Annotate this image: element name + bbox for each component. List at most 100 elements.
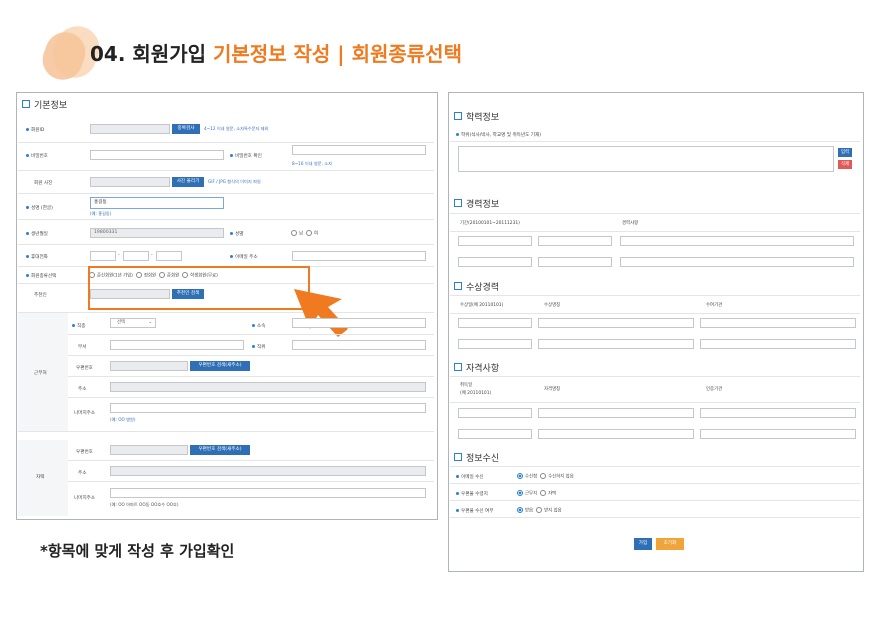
license-col-date: 취득일: [460, 383, 473, 388]
work-detail-input[interactable]: [110, 403, 426, 413]
work-zip-search-button[interactable]: 우편번호 검색(새주소): [190, 361, 250, 371]
education-save-button[interactable]: 입력: [838, 148, 852, 157]
affiliation-label: 소속: [252, 323, 265, 329]
home-zip-label: 우편번호: [76, 450, 93, 455]
job-select[interactable]: 선택 ⌄: [110, 318, 156, 328]
award-date-1[interactable]: [458, 318, 532, 328]
work-group-label: 근무처: [34, 371, 47, 376]
photo-upload-button[interactable]: 사진 올리기: [172, 177, 204, 187]
award-name-2[interactable]: [538, 339, 694, 349]
checkbox-square-icon: [22, 100, 30, 108]
education-delete-button[interactable]: 삭제: [838, 160, 852, 169]
member-type-highlight: [88, 266, 310, 310]
photo-hint: GIF / JPG 형식의 이미지 파일: [208, 179, 261, 184]
member-type-label: 회원종류선택: [26, 273, 56, 279]
mobile-input-1[interactable]: [90, 251, 116, 261]
mail-address-label: 우편물 수령지: [456, 491, 488, 497]
title-main: 회원가입: [125, 42, 213, 66]
home-address-label: 주소: [78, 471, 87, 476]
email-input[interactable]: [292, 251, 426, 261]
email-label: 이메일 주소: [230, 254, 258, 260]
password-label: 비밀번호: [26, 153, 48, 159]
photo-path-input: [90, 177, 170, 187]
award-org-2[interactable]: [700, 339, 856, 349]
home-zip-input: [110, 445, 188, 455]
name-input[interactable]: 홍길동: [90, 197, 224, 209]
birth-input[interactable]: 19800331: [90, 228, 224, 238]
work-zip-label: 우편번호: [76, 366, 93, 371]
home-detail-example: (예: OO 아파트 OO동 OO호수 OO호): [110, 502, 179, 507]
position-label: 직위: [252, 344, 265, 350]
career-period-end-2[interactable]: [538, 257, 612, 267]
career-period-start-1[interactable]: [458, 236, 532, 246]
checkbox-square-icon: [454, 453, 462, 461]
home-detail-input[interactable]: [110, 488, 426, 498]
mobile-input-3[interactable]: [156, 251, 182, 261]
title-number: 04.: [90, 42, 126, 66]
award-name-1[interactable]: [538, 318, 694, 328]
license-col-date-example: (예 20110101): [460, 391, 492, 396]
gender-label: 성별: [230, 231, 243, 237]
gender-radio-group[interactable]: 남여: [288, 230, 318, 237]
career-detail-1[interactable]: [620, 236, 854, 246]
license-org-1[interactable]: [700, 408, 856, 418]
work-detail-example: (예: OO 병원): [110, 417, 136, 422]
reset-button[interactable]: 초기화: [656, 538, 684, 550]
password-hint: 8~16 이내 영문, 소자: [292, 161, 332, 166]
award-org-1[interactable]: [700, 318, 856, 328]
instruction-note: *항목에 맞게 작성 후 가입확인: [40, 542, 235, 560]
license-col-name: 자격명칭: [544, 387, 561, 392]
password-confirm-input[interactable]: [292, 145, 426, 155]
section-title-career: 경력정보: [454, 197, 499, 210]
career-col-period: 기간(20100101~20111231): [460, 221, 520, 226]
id-duplicate-check-button[interactable]: 중복검사: [172, 124, 200, 134]
section-title-receive: 정보수신: [454, 451, 499, 464]
career-col-detail: 경력사항: [622, 221, 639, 226]
mobile-input-2[interactable]: [123, 251, 149, 261]
home-zip-search-button[interactable]: 우편번호 검색(새주소): [190, 445, 250, 455]
id-input[interactable]: [90, 124, 170, 134]
dept-input[interactable]: [110, 340, 244, 350]
award-col-org: 수여기관: [706, 303, 723, 308]
home-group-label: 자택: [36, 475, 45, 480]
award-col-name: 수상명칭: [544, 303, 561, 308]
title-highlight-1: 기본정보 작성: [212, 42, 331, 66]
mail-receive-label: 우편물 수신 여부: [456, 508, 494, 514]
career-detail-2[interactable]: [620, 257, 854, 267]
license-org-2[interactable]: [700, 429, 856, 439]
id-hint: 4~12 이내 영문, 소자특수문자 제외: [204, 126, 269, 131]
license-name-1[interactable]: [538, 408, 694, 418]
award-col-date: 수상일(예 20110101): [460, 303, 504, 308]
chevron-down-icon: ⌄: [148, 320, 152, 325]
education-desc: 학위(석사/박사, 학교명 및 취득년도 기재): [456, 132, 541, 138]
license-date-1[interactable]: [458, 408, 532, 418]
email-receive-radio-group[interactable]: 수신함 수신하지 않음: [514, 473, 574, 480]
career-period-end-1[interactable]: [538, 236, 612, 246]
mobile-label: 휴대전화: [26, 254, 48, 260]
pointer-arrow-icon: [294, 289, 348, 337]
work-detail-label: 나머지주소: [74, 411, 96, 416]
affiliation-input[interactable]: [292, 318, 426, 328]
title-separator: |: [330, 42, 352, 66]
award-date-2[interactable]: [458, 339, 532, 349]
submit-join-button[interactable]: 가입: [634, 538, 652, 550]
home-detail-label: 나머지주소: [74, 496, 96, 501]
name-label: 성명 (한글): [26, 205, 53, 211]
checkbox-square-icon: [454, 282, 462, 290]
position-input[interactable]: [292, 340, 426, 350]
name-example: (예: 홍길동): [90, 211, 112, 216]
password-input[interactable]: [90, 150, 224, 160]
password-confirm-label: 비밀번호 확인: [230, 153, 262, 159]
work-zip-input: [110, 361, 188, 371]
home-address-input: [110, 466, 426, 476]
education-textarea[interactable]: [458, 146, 834, 172]
mail-address-radio-group[interactable]: 근무지 자택: [514, 490, 556, 497]
career-period-start-2[interactable]: [458, 257, 532, 267]
job-label: 직종: [72, 323, 85, 329]
id-label: 회원ID: [26, 127, 44, 133]
license-name-2[interactable]: [538, 429, 694, 439]
dept-label: 부서: [78, 345, 87, 350]
license-date-2[interactable]: [458, 429, 532, 439]
mail-receive-radio-group[interactable]: 받음 받지 않음: [514, 507, 562, 514]
checkbox-square-icon: [454, 199, 462, 207]
